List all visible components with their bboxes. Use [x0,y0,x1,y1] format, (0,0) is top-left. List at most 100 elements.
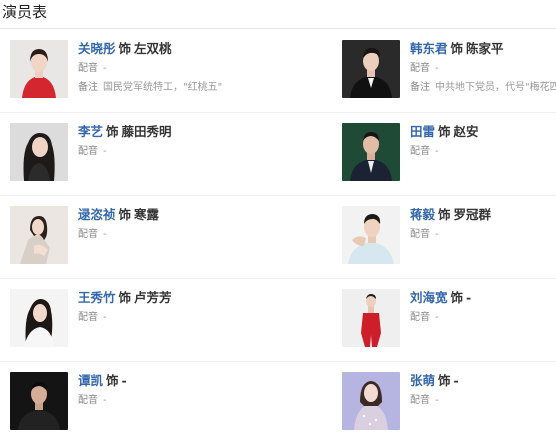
shi-text: 饰 [450,41,464,56]
actor-photo[interactable] [342,123,400,181]
actor-photo[interactable] [342,372,400,430]
dub-value: - [435,395,439,406]
cast-item: 张萌饰 - 配音 - [332,362,556,436]
dub-line: 配音 - [410,309,556,326]
cast-item: 蒋毅饰罗冠群 配音 - [332,196,556,279]
dub-line: 配音 - [410,143,556,160]
actor-name-link[interactable]: 关晓彤 [78,41,116,56]
actor-photo[interactable] [342,40,400,98]
dub-line: 配音 - [410,226,556,243]
cast-info: 李艺饰藤田秀明 配音 - [78,123,278,160]
cast-item: 谭凯饰 - 配音 - [0,362,278,436]
actor-name-link[interactable]: 李艺 [78,124,103,139]
actor-photo[interactable] [342,289,400,347]
name-line: 田雷饰赵安 [410,123,556,141]
cast-item: 李艺饰藤田秀明 配音 - [0,113,278,196]
cast-list-page: 演员表 关晓彤饰左双桃 配音 - 备注 国民党军统特工，"红桃五" 韩东君 饰 … [0,0,556,436]
actor-photo[interactable] [10,372,68,430]
dub-value: - [103,146,107,157]
cast-item: 逯恣祯饰寒露 配音 - [0,196,278,279]
role-name: - [466,290,472,305]
note-value: 中共地下党员，代号"梅花四" [435,82,556,93]
note-line: 备注 国民党军统特工，"红桃五" [78,79,278,96]
role-name: 卢芳芳 [134,290,172,305]
name-line: 逯恣祯饰寒露 [78,206,278,224]
actor-photo[interactable] [10,206,68,264]
name-line: 张萌饰 - [410,372,556,390]
note-label: 备注 [410,82,430,93]
note-label: 备注 [78,82,98,93]
dub-value: - [103,312,107,323]
shi-text: 饰 [438,373,451,388]
dub-label: 配音 [410,395,430,406]
role-name: 寒露 [134,207,160,222]
actor-photo[interactable] [342,206,400,264]
actor-name-link[interactable]: 韩东君 [410,41,448,56]
title-divider [0,28,556,29]
cast-row: 谭凯饰 - 配音 - 张萌 饰 - 配音 - [0,362,556,436]
cast-info: 谭凯饰 - 配音 - [78,372,278,409]
actor-name-link[interactable]: 逯恣祯 [78,207,116,222]
dub-label: 配音 [78,395,98,406]
shi-text: 饰 [106,124,119,139]
actor-name-link[interactable]: 田雷 [410,124,435,139]
dub-label: 配音 [78,312,98,323]
dub-label: 配音 [410,312,430,323]
dub-line: 配音 - [78,309,278,326]
dub-value: - [435,63,439,74]
dub-line: 配音 - [78,60,278,77]
actor-photo[interactable] [10,40,68,98]
dub-value: - [435,146,439,157]
dub-line: 配音 - [78,143,278,160]
actor-name-link[interactable]: 蒋毅 [410,207,435,222]
shi-text: 饰 [438,207,451,222]
dub-line: 配音 - [410,60,556,77]
dub-line: 配音 - [410,392,556,409]
cast-row: 李艺饰藤田秀明 配音 - 田雷 饰 赵安 配音 - [0,113,556,196]
dub-label: 配音 [410,146,430,157]
shi-text: 饰 [106,373,119,388]
cast-row: 关晓彤饰左双桃 配音 - 备注 国民党军统特工，"红桃五" 韩东君 饰 陈家平 … [0,30,556,113]
cast-item: 刘海宽饰 - 配音 - [332,279,556,362]
actor-name-link[interactable]: 张萌 [410,373,435,388]
dub-label: 配音 [78,229,98,240]
cast-info: 刘海宽饰 - 配音 - [410,289,556,326]
cast-info: 关晓彤饰左双桃 配音 - 备注 国民党军统特工，"红桃五" [78,40,278,96]
name-line: 韩东君饰陈家平 [410,40,556,58]
name-line: 李艺饰藤田秀明 [78,123,278,141]
cast-item: 田雷饰赵安 配音 - [332,113,556,196]
cast-info: 张萌饰 - 配音 - [410,372,556,409]
cast-info: 田雷饰赵安 配音 - [410,123,556,160]
dub-value: - [103,395,107,406]
dub-value: - [435,312,439,323]
role-name: 赵安 [453,124,479,139]
actor-name-link[interactable]: 王秀竹 [78,290,116,305]
note-line: 备注 中共地下党员，代号"梅花四" [410,79,556,96]
section-title: 演员表 [2,3,48,21]
name-line: 谭凯饰 - [78,372,278,390]
dub-label: 配音 [410,63,430,74]
dub-value: - [103,229,107,240]
role-name: 罗冠群 [453,207,492,222]
cast-info: 逯恣祯饰寒露 配音 - [78,206,278,243]
cast-info: 王秀竹饰卢芳芳 配音 - [78,289,278,326]
cast-item: 韩东君饰陈家平 配音 - 备注 中共地下党员，代号"梅花四" [332,30,556,113]
cast-grid: 关晓彤饰左双桃 配音 - 备注 国民党军统特工，"红桃五" 韩东君 饰 陈家平 … [0,30,556,436]
shi-text: 饰 [118,41,132,56]
name-line: 王秀竹饰卢芳芳 [78,289,278,307]
shi-text: 饰 [118,207,132,222]
shi-text: 饰 [450,290,464,305]
actor-photo[interactable] [10,123,68,181]
role-name: 陈家平 [466,41,504,56]
note-value: 国民党军统特工，"红桃五" [103,82,223,93]
actor-name-link[interactable]: 谭凯 [78,373,103,388]
dub-line: 配音 - [78,226,278,243]
actor-photo[interactable] [10,289,68,347]
cast-row: 王秀竹饰卢芳芳 配音 - 刘海宽 饰 - 配音 - [0,279,556,362]
dub-line: 配音 - [78,392,278,409]
dub-label: 配音 [78,146,98,157]
shi-text: 饰 [438,124,451,139]
cast-item: 关晓彤饰左双桃 配音 - 备注 国民党军统特工，"红桃五" [0,30,278,113]
dub-value: - [103,63,107,74]
actor-name-link[interactable]: 刘海宽 [410,290,448,305]
